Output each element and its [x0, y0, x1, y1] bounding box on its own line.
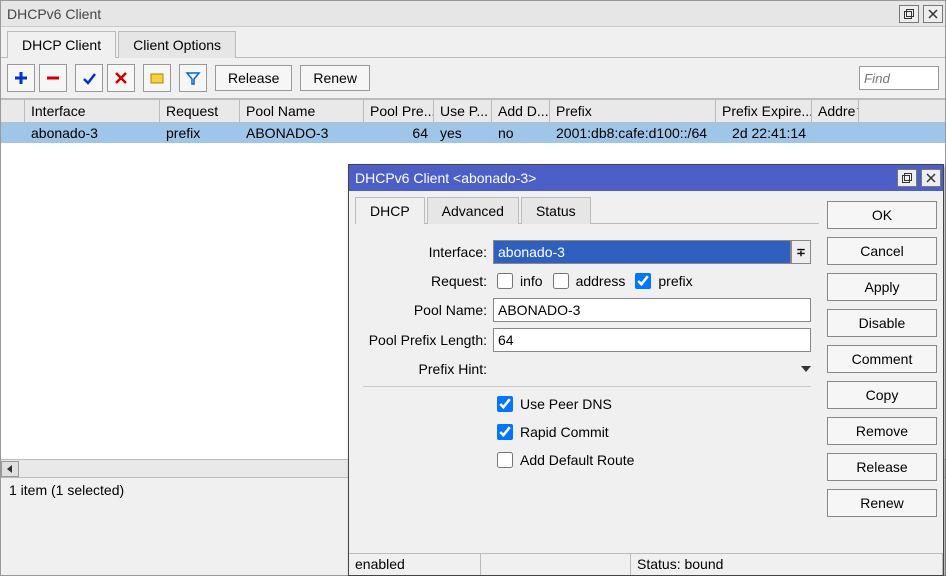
comment-icon[interactable]	[143, 64, 171, 92]
tab-dhcp[interactable]: DHCP	[355, 197, 425, 224]
label-add-default-route: Add Default Route	[520, 452, 634, 468]
cell-prefix: 2001:db8:cafe:d100::/64	[550, 123, 716, 143]
th-usep[interactable]: Use P...	[434, 100, 492, 122]
cancel-button[interactable]: Cancel	[827, 237, 937, 265]
renew-button-dlg[interactable]: Renew	[827, 489, 937, 517]
label-use-peer-dns: Use Peer DNS	[520, 396, 612, 412]
dialog-status-state: enabled	[349, 554, 481, 575]
check-use-peer-dns[interactable]: Use Peer DNS	[493, 393, 612, 415]
dialog: DHCPv6 Client <abonado-3> DHCP Advanced …	[348, 164, 944, 576]
release-button[interactable]: Release	[215, 65, 292, 91]
comment-button[interactable]: Comment	[827, 345, 937, 373]
label-prefixhint: Prefix Hint:	[363, 361, 493, 377]
check-add-default-route[interactable]: Add Default Route	[493, 449, 634, 471]
scroll-left-icon[interactable]	[1, 461, 19, 477]
check-address[interactable]: address	[549, 270, 626, 292]
close-icon[interactable]	[923, 5, 943, 23]
th-prefixexp[interactable]: Prefix Expire...	[716, 100, 812, 122]
label-interface: Interface:	[363, 244, 493, 260]
disable-button[interactable]: Disable	[827, 309, 937, 337]
label-poolprefixlen: Pool Prefix Length:	[363, 332, 493, 348]
renew-button[interactable]: Renew	[300, 65, 370, 91]
check-info-label: info	[520, 273, 543, 289]
copy-button[interactable]: Copy	[827, 381, 937, 409]
cell-poolname: ABONADO-3	[240, 123, 364, 143]
dialog-restore-icon[interactable]	[897, 169, 917, 187]
cell-poolpre: 64	[364, 123, 434, 143]
th-addre[interactable]: Addre	[812, 100, 859, 122]
dialog-buttons: OK Cancel Apply Disable Comment Copy Rem…	[827, 197, 937, 547]
interface-dropdown-icon[interactable]: ∓	[791, 240, 811, 264]
main-tabs: DHCP Client Client Options	[7, 31, 945, 58]
tab-advanced[interactable]: Advanced	[427, 197, 519, 224]
tab-dhcp-client[interactable]: DHCP Client	[7, 31, 116, 58]
divider	[363, 386, 811, 387]
table-row[interactable]: abonado-3 prefix ABONADO-3 64 yes no 200…	[1, 123, 945, 143]
ok-button[interactable]: OK	[827, 201, 937, 229]
check-prefix[interactable]: prefix	[631, 270, 692, 292]
main-title: DHCPv6 Client	[7, 6, 897, 22]
filter-icon[interactable]	[179, 64, 207, 92]
check-prefix-label: prefix	[658, 273, 692, 289]
interface-select[interactable]: ∓	[493, 240, 811, 264]
th-flag[interactable]	[1, 100, 25, 122]
th-addre-label: Addre	[818, 103, 855, 119]
label-rapid-commit: Rapid Commit	[520, 424, 609, 440]
cell-prefixexp: 2d 22:41:14	[716, 123, 812, 143]
disable-icon[interactable]	[107, 64, 135, 92]
add-icon[interactable]	[7, 64, 35, 92]
check-info[interactable]: info	[493, 270, 543, 292]
dialog-status-bind: Status: bound	[631, 554, 943, 575]
enable-icon[interactable]	[75, 64, 103, 92]
dialog-close-icon[interactable]	[921, 169, 941, 187]
prefix-hint-input[interactable]	[493, 358, 801, 380]
cell-addre	[812, 123, 859, 143]
apply-button[interactable]: Apply	[827, 273, 937, 301]
cell-usep: yes	[434, 123, 492, 143]
main-titlebar: DHCPv6 Client	[1, 1, 945, 27]
cell-interface: abonado-3	[25, 123, 160, 143]
dialog-titlebar: DHCPv6 Client <abonado-3>	[349, 165, 943, 191]
interface-input[interactable]	[493, 240, 791, 264]
restore-icon[interactable]	[899, 5, 919, 23]
table-header: Interface Request Pool Name Pool Pre... …	[1, 100, 945, 123]
toolbar: Release Renew	[1, 58, 945, 99]
dialog-status-empty	[481, 554, 631, 575]
label-request: Request:	[363, 273, 493, 289]
prefix-hint-expand-icon[interactable]	[801, 366, 811, 372]
dialog-title: DHCPv6 Client <abonado-3>	[355, 170, 895, 186]
release-button-dlg[interactable]: Release	[827, 453, 937, 481]
remove-icon[interactable]	[39, 64, 67, 92]
th-request[interactable]: Request	[160, 100, 240, 122]
th-prefix[interactable]: Prefix	[550, 100, 716, 122]
dialog-tabs: DHCP Advanced Status	[355, 197, 819, 224]
th-interface[interactable]: Interface	[25, 100, 160, 122]
label-poolname: Pool Name:	[363, 302, 493, 318]
pool-prefix-length-input[interactable]	[493, 328, 811, 352]
cell-request: prefix	[160, 123, 240, 143]
dialog-status: enabled Status: bound	[349, 553, 943, 575]
th-addd[interactable]: Add D...	[492, 100, 550, 122]
tab-status[interactable]: Status	[521, 197, 591, 224]
th-poolpre[interactable]: Pool Pre...	[364, 100, 434, 122]
remove-button[interactable]: Remove	[827, 417, 937, 445]
check-rapid-commit[interactable]: Rapid Commit	[493, 421, 609, 443]
th-poolname[interactable]: Pool Name	[240, 100, 364, 122]
check-address-label: address	[576, 273, 626, 289]
pool-name-input[interactable]	[493, 298, 811, 322]
tab-client-options[interactable]: Client Options	[118, 31, 236, 58]
sort-indicator-icon	[857, 108, 859, 114]
cell-addd: no	[492, 123, 550, 143]
find-input[interactable]	[859, 66, 939, 90]
